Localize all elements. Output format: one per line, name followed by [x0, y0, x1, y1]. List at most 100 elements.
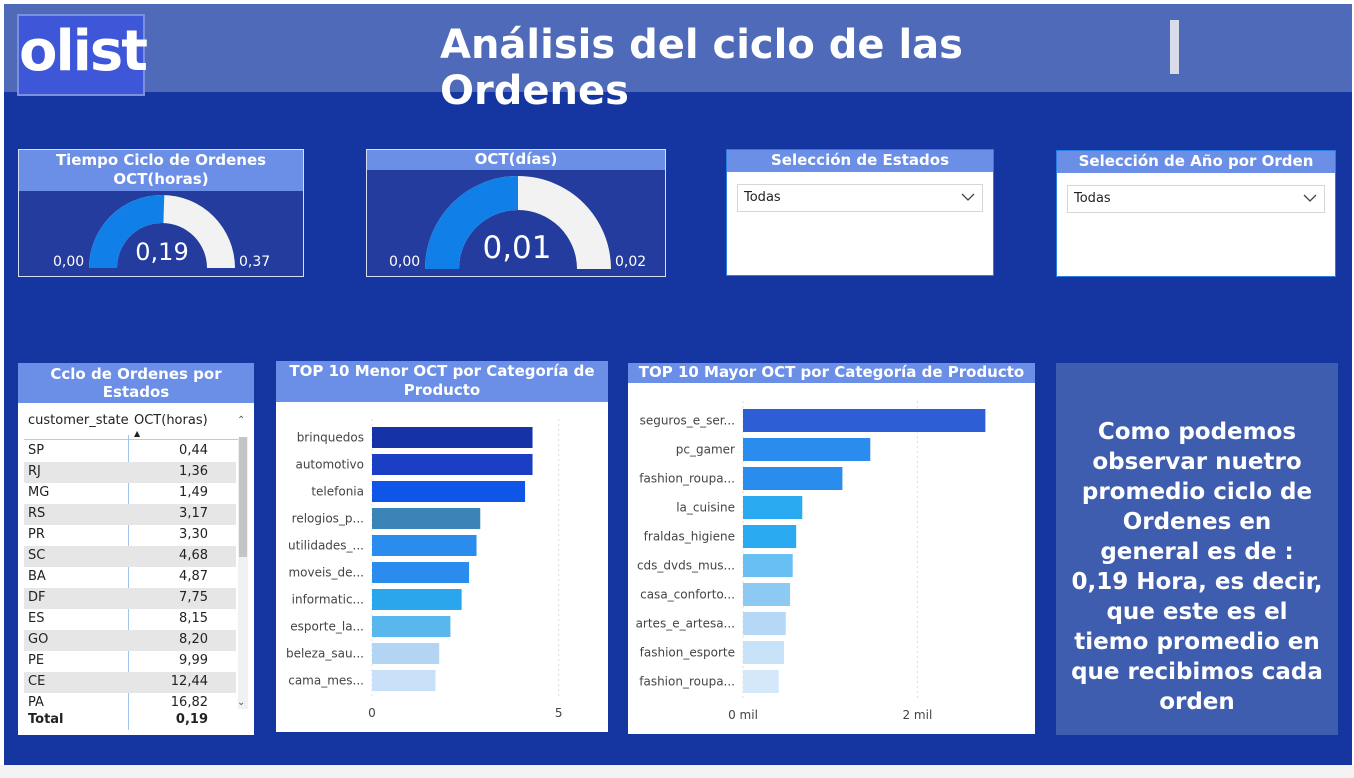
title-divider [1170, 20, 1179, 74]
chart-card-mayor-oct: TOP 10 Mayor OCT por Categoría de Produc… [628, 363, 1035, 734]
cell-state: GO [28, 632, 49, 647]
table-row[interactable]: ES 8,15 [24, 609, 236, 630]
cell-state: MG [28, 485, 50, 500]
cell-state: SC [28, 548, 46, 563]
bar[interactable] [743, 409, 986, 432]
table-row[interactable]: BA 4,87 [24, 567, 236, 588]
table-row[interactable]: PE 9,99 [24, 651, 236, 672]
bar[interactable] [372, 643, 440, 664]
y-category-label: beleza_sau... [286, 647, 364, 661]
insight-text-card: Como podemos observar nuetro promedio ci… [1056, 363, 1338, 735]
x-tick-label: 0 mil [728, 708, 758, 722]
gauge-card-oct-days[interactable]: OCT(días) 0,01 0,00 0,02 [366, 149, 666, 277]
y-category-label: la_cuisine [676, 501, 735, 515]
bar[interactable] [372, 508, 481, 529]
y-category-label: telefonia [311, 485, 364, 499]
bar[interactable] [743, 612, 786, 635]
gauge-title: OCT(días) [367, 150, 665, 170]
slicer-anio: Selección de Año por Orden Todas [1056, 150, 1336, 277]
bar[interactable] [743, 438, 871, 461]
gauge-value: 0,01 [482, 230, 552, 266]
olist-logo: olist [17, 14, 148, 96]
estados-dropdown[interactable]: Todas [737, 184, 983, 212]
cell-state: RJ [28, 464, 41, 479]
cell-oct: 4,68 [179, 548, 208, 563]
gauge-card-oct-hours[interactable]: Tiempo Ciclo de Ordenes OCT(horas) 0,19 … [18, 149, 304, 277]
x-tick-label: 2 mil [902, 708, 932, 722]
cell-state: SP [28, 443, 45, 458]
anio-dropdown[interactable]: Todas [1067, 185, 1325, 213]
bar[interactable] [372, 670, 436, 691]
bar[interactable] [372, 535, 477, 556]
cell-oct: 1,49 [179, 485, 208, 500]
insight-text: Como podemos observar nuetro promedio ci… [1071, 419, 1323, 715]
chart-card-menor-oct: TOP 10 Menor OCT por Categoría de Produc… [276, 361, 608, 732]
chart-title: TOP 10 Menor OCT por Categoría de Produc… [276, 361, 608, 402]
header-divider [24, 439, 238, 440]
table-row[interactable]: CE 12,44 [24, 672, 236, 693]
y-category-label: cama_mes... [288, 674, 364, 688]
scroll-down-icon[interactable]: ⌄ [237, 697, 245, 708]
y-category-label: artes_e_artesa... [636, 617, 735, 631]
table-row[interactable]: RS 3,17 [24, 504, 236, 525]
bar-chart-menor-oct: 0 5 brinquedos automotivo telefonia relogios_… [286, 419, 563, 720]
y-category-label: relogios_p... [292, 512, 364, 526]
y-category-label: casa_conforto... [640, 588, 735, 602]
bar[interactable] [743, 525, 797, 548]
bar[interactable] [372, 589, 462, 610]
gauge-min: 0,00 [53, 254, 85, 270]
column-header-state[interactable]: customer_state [28, 413, 129, 428]
sort-ascending-icon[interactable]: ▲ [134, 429, 140, 438]
table-row[interactable]: SC 4,68 [24, 546, 236, 567]
table-row[interactable]: MG 1,49 [24, 483, 236, 504]
bar[interactable] [743, 641, 784, 664]
cell-oct: 12,44 [170, 674, 208, 689]
cell-oct: 1,36 [179, 464, 208, 479]
y-category-label: moveis_de... [288, 566, 364, 580]
bar[interactable] [743, 583, 791, 606]
cell-oct: 3,17 [179, 506, 208, 521]
y-category-label: esporte_la... [290, 620, 364, 634]
state-table-card: Cclo de Ordenes por Estados customer_sta… [18, 363, 254, 735]
bottom-strip [0, 765, 1354, 778]
bar[interactable] [372, 427, 533, 448]
bar[interactable] [372, 454, 533, 475]
table-total-row: Total 0,19 [24, 710, 236, 731]
y-category-label: informatic... [292, 593, 364, 607]
table-row[interactable]: GO 8,20 [24, 630, 236, 651]
x-tick-label: 0 [368, 706, 376, 720]
bar[interactable] [743, 467, 843, 490]
bar[interactable] [743, 670, 779, 693]
y-category-label: automotivo [295, 458, 364, 472]
gauge-min: 0,00 [389, 254, 421, 270]
total-value: 0,19 [175, 712, 208, 727]
bar[interactable] [743, 554, 793, 577]
table-row[interactable]: SP 0,44 [24, 441, 236, 462]
scrollbar-thumb[interactable] [239, 437, 247, 557]
scroll-up-icon[interactable]: ⌃ [237, 415, 245, 426]
bar[interactable] [372, 616, 451, 637]
bar-chart-mayor-oct: 0 mil 2 mil seguros_e_ser... pc_gamerfashio… [636, 401, 986, 722]
dropdown-value: Todas [744, 190, 781, 205]
bar[interactable] [743, 496, 803, 519]
chevron-down-icon[interactable] [1302, 188, 1318, 208]
cell-state: PA [28, 695, 44, 710]
gauge-value: 0,19 [135, 238, 189, 266]
chevron-down-icon[interactable] [960, 187, 976, 207]
bar[interactable] [372, 481, 526, 502]
table-row[interactable]: RJ 1,36 [24, 462, 236, 483]
cell-oct: 0,44 [179, 443, 208, 458]
table-row[interactable]: DF 7,75 [24, 588, 236, 609]
cell-state: CE [28, 674, 46, 689]
cell-oct: 9,99 [179, 653, 208, 668]
y-category-label: seguros_e_ser... [640, 414, 735, 428]
cell-oct: 8,15 [179, 611, 208, 626]
y-category-label: utilidades_... [288, 539, 364, 553]
slicer-estados: Selección de Estados Todas [726, 149, 994, 276]
total-label: Total [28, 712, 64, 727]
table-row[interactable]: PR 3,30 [24, 525, 236, 546]
bar[interactable] [372, 562, 470, 583]
column-header-oct[interactable]: OCT(horas) [134, 413, 208, 428]
x-tick-label: 5 [555, 706, 563, 720]
slicer-title: Selección de Año por Orden [1057, 151, 1335, 173]
